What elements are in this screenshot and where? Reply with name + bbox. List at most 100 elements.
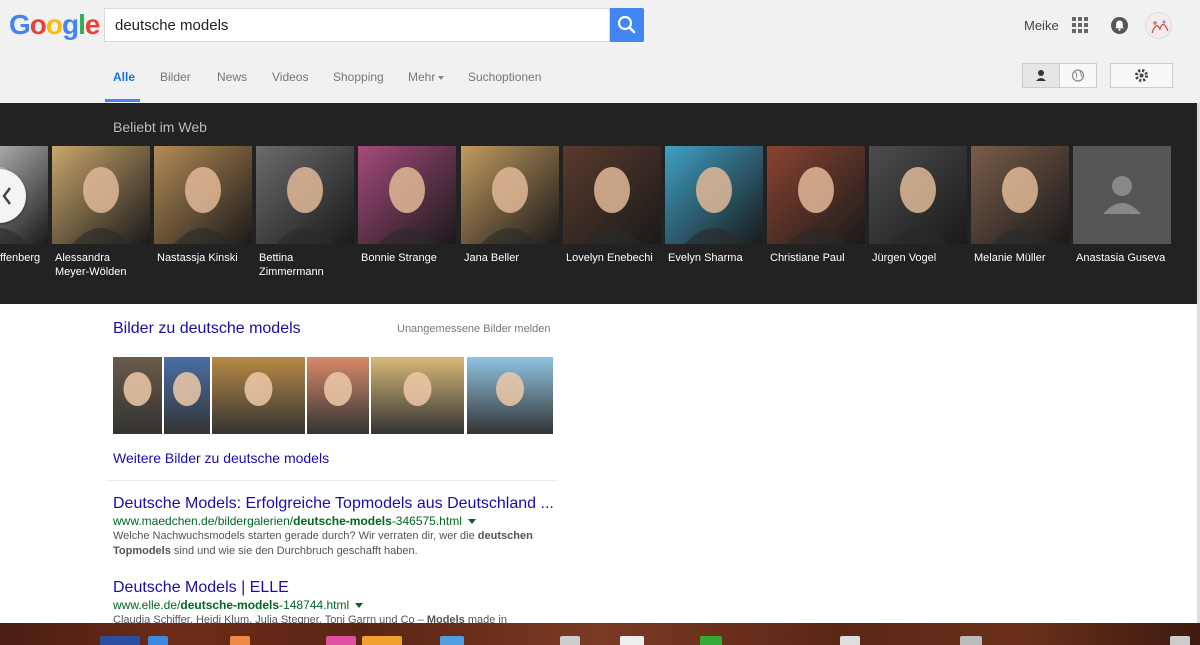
- dock-item[interactable]: [620, 636, 644, 645]
- portrait-photo: [563, 146, 661, 244]
- dock-item[interactable]: [700, 636, 722, 645]
- avatar[interactable]: [1145, 12, 1172, 39]
- logo-letter: o: [29, 9, 47, 40]
- caret-down-icon[interactable]: [467, 519, 476, 525]
- tab-news[interactable]: News: [217, 70, 247, 84]
- global-results-button[interactable]: [1059, 63, 1097, 88]
- carousel-card-label[interactable]: Melanie Müller: [974, 251, 1074, 265]
- dock-item[interactable]: [840, 636, 860, 645]
- tab-shopping[interactable]: Shopping: [333, 70, 384, 84]
- carousel-card-image[interactable]: [461, 146, 559, 244]
- dock-item[interactable]: [560, 636, 580, 645]
- search-icon: [617, 15, 636, 34]
- carousel-card-image[interactable]: [154, 146, 252, 244]
- result-title[interactable]: Deutsche Models | ELLE: [113, 579, 289, 597]
- logo-letter: o: [45, 9, 63, 40]
- dock-item[interactable]: [230, 636, 250, 645]
- image-thumbnail[interactable]: [307, 357, 369, 434]
- search-button[interactable]: [610, 8, 644, 42]
- active-tab-indicator: [105, 99, 140, 102]
- result-title[interactable]: Deutsche Models: Erfolgreiche Topmodels …: [113, 495, 554, 513]
- dock-item[interactable]: [100, 636, 140, 645]
- carousel-card-label[interactable]: Jana Beller: [464, 251, 564, 265]
- carousel-card-image[interactable]: [971, 146, 1069, 244]
- user-name[interactable]: Meike: [1024, 18, 1059, 33]
- logo-letter: G: [9, 9, 31, 40]
- search-input[interactable]: [113, 9, 597, 41]
- result-url[interactable]: www.maedchen.de/bildergalerien/deutsche-…: [113, 514, 476, 528]
- portrait-photo: [767, 146, 865, 244]
- url-suffix: -148744.html: [279, 598, 350, 612]
- carousel-card-image[interactable]: [358, 146, 456, 244]
- settings-button[interactable]: [1110, 63, 1173, 88]
- chevron-left-icon: [2, 187, 11, 205]
- url-prefix: www.maedchen.de/bildergalerien/: [113, 514, 294, 528]
- more-images-link[interactable]: Weitere Bilder zu deutsche models: [113, 450, 329, 466]
- top-bar: Google Meike: [0, 0, 1200, 53]
- url-bold: deutsche-models: [180, 598, 280, 612]
- gear-icon: [1135, 69, 1148, 82]
- apps-grid-icon[interactable]: [1072, 17, 1088, 33]
- tab-all[interactable]: Alle: [113, 70, 135, 84]
- carousel-title: Beliebt im Web: [113, 119, 207, 135]
- carousel-card-image[interactable]: [767, 146, 865, 244]
- personal-results-button[interactable]: [1022, 63, 1060, 88]
- portrait-photo: [154, 146, 252, 244]
- carousel-card-label[interactable]: Christiane Paul: [770, 251, 870, 265]
- tab-more[interactable]: Mehr: [408, 70, 445, 84]
- portrait-photo: [256, 146, 354, 244]
- carousel-card-label[interactable]: Evelyn Sharma: [668, 251, 768, 265]
- url-prefix: www.elle.de/: [113, 598, 181, 612]
- dock-item[interactable]: [362, 636, 402, 645]
- portrait-photo: [461, 146, 559, 244]
- carousel-card-label[interactable]: Anastasia Guseva: [1076, 251, 1176, 265]
- images-heading[interactable]: Bilder zu deutsche models: [113, 320, 301, 338]
- caret-down-icon[interactable]: [355, 603, 364, 609]
- portrait-photo: [665, 146, 763, 244]
- carousel-card-label[interactable]: Nastassja Kinski: [157, 251, 257, 265]
- dock-item[interactable]: [960, 636, 982, 645]
- carousel-card-image[interactable]: [1073, 146, 1171, 244]
- tab-images[interactable]: Bilder: [160, 70, 191, 84]
- person-placeholder-icon: [1073, 146, 1171, 244]
- tab-videos[interactable]: Videos: [272, 70, 308, 84]
- url-bold: deutsche-models: [293, 514, 392, 528]
- dock-item[interactable]: [148, 636, 168, 645]
- portrait-photo: [869, 146, 967, 244]
- notifications-icon[interactable]: [1111, 17, 1128, 34]
- carousel-card-image[interactable]: [869, 146, 967, 244]
- carousel-card-label[interactable]: ffenberg: [0, 251, 48, 265]
- carousel-card-label[interactable]: Jürgen Vogel: [872, 251, 972, 265]
- result-snippet: Welche Nachwuchsmodels starten gerade du…: [113, 530, 533, 557]
- carousel-card-label[interactable]: Bonnie Strange: [361, 251, 461, 265]
- desktop-dock: [0, 623, 1200, 645]
- portrait-photo: [52, 146, 150, 244]
- carousel-card-label[interactable]: Alessandra Meyer-Wölden: [55, 251, 155, 279]
- carousel-card-image[interactable]: [52, 146, 150, 244]
- report-images-link[interactable]: Unangemessene Bilder melden: [397, 323, 550, 335]
- dock-item[interactable]: [440, 636, 464, 645]
- carousel-card-image[interactable]: [256, 146, 354, 244]
- tab-search-tools[interactable]: Suchoptionen: [468, 70, 541, 84]
- carousel-card-image[interactable]: [563, 146, 661, 244]
- result-url[interactable]: www.elle.de/deutsche-models-148744.html: [113, 598, 364, 612]
- carousel-card-image[interactable]: [665, 146, 763, 244]
- dock-item[interactable]: [326, 636, 356, 645]
- image-thumbnail[interactable]: [371, 357, 464, 434]
- url-suffix: -346575.html: [391, 514, 462, 528]
- carousel-prev-button[interactable]: [0, 169, 26, 223]
- dock-item[interactable]: [1170, 636, 1190, 645]
- image-thumbnail[interactable]: [212, 357, 305, 434]
- carousel-card-label[interactable]: Lovelyn Enebechi: [566, 251, 666, 265]
- tab-more-label: Mehr: [408, 70, 436, 84]
- logo-letter: l: [78, 9, 86, 40]
- image-thumbnail[interactable]: [113, 357, 162, 434]
- image-thumbnail[interactable]: [467, 357, 553, 434]
- search-box[interactable]: [104, 8, 610, 42]
- carousel-card-label[interactable]: Bettina Zimmermann: [259, 251, 359, 279]
- google-logo[interactable]: Google: [9, 9, 101, 41]
- image-thumbnail[interactable]: [164, 357, 210, 434]
- logo-letter: e: [84, 9, 101, 40]
- portrait-photo: [971, 146, 1069, 244]
- logo-letter: g: [62, 9, 79, 40]
